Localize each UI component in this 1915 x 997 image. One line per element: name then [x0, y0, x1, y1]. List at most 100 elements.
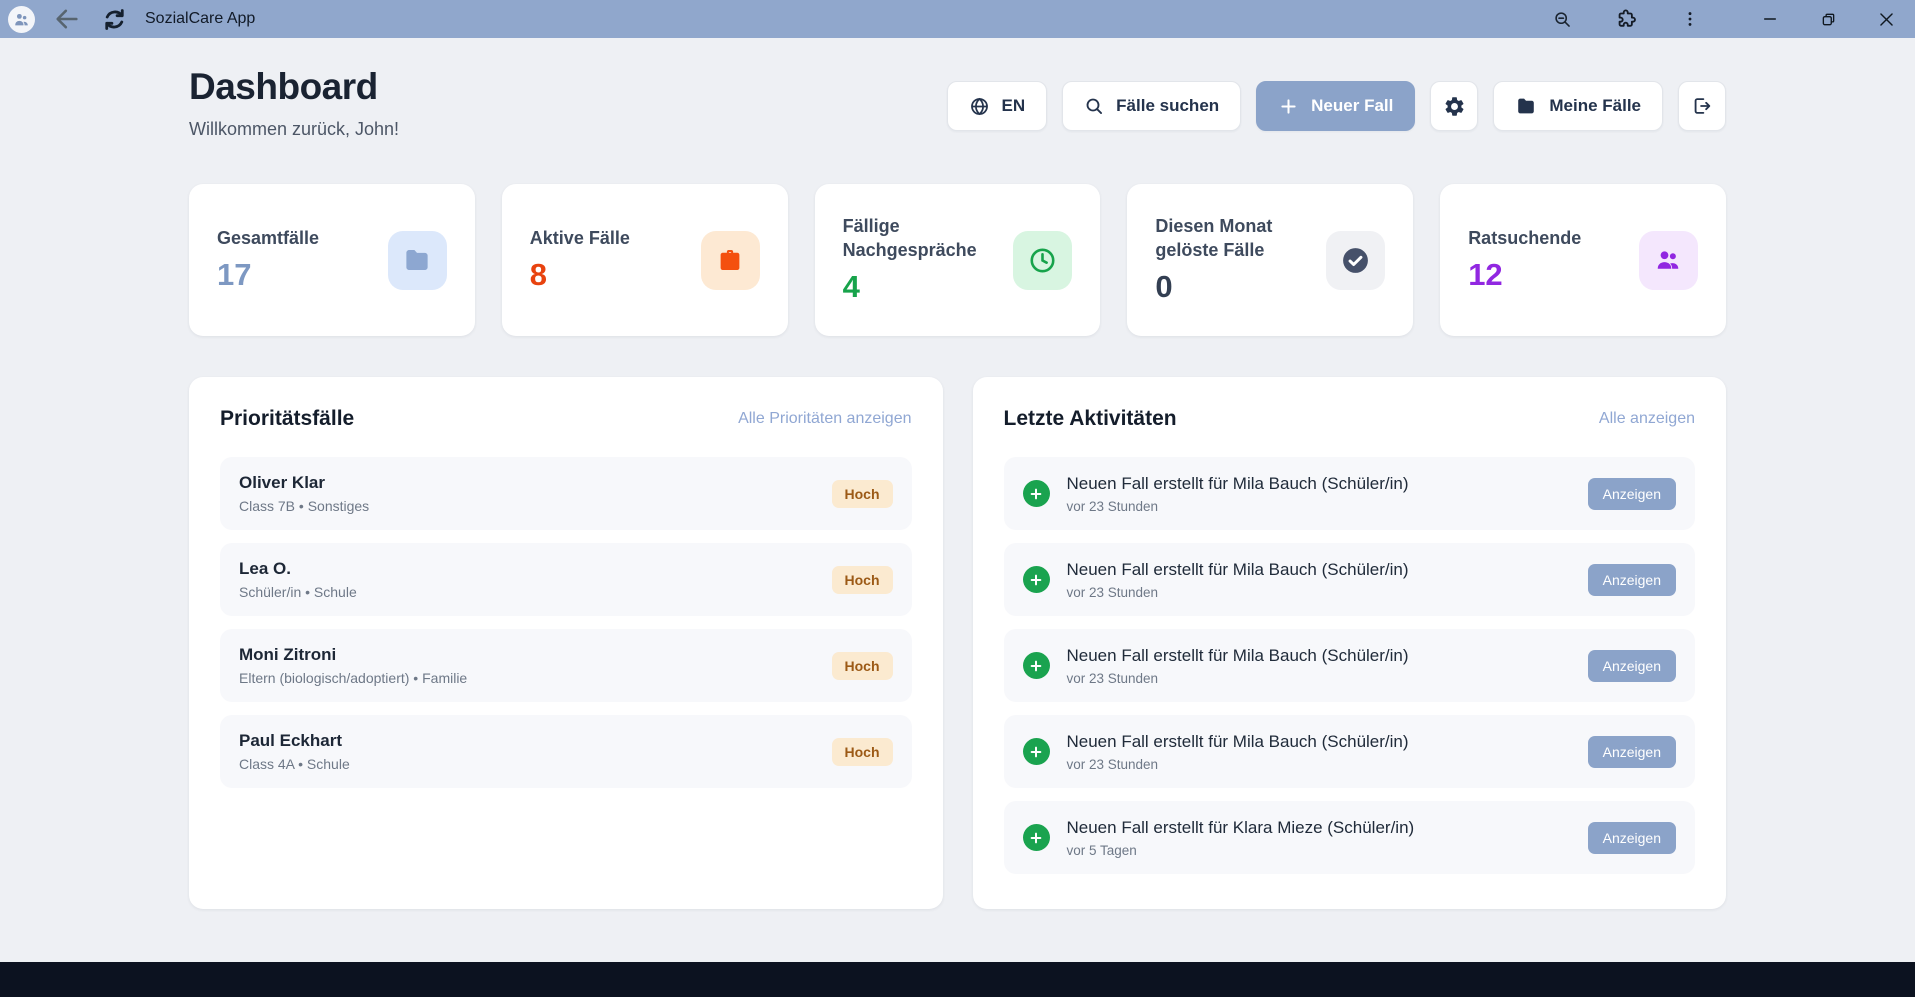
header-actions: EN Fälle suchen Neuer Fall	[947, 81, 1726, 131]
stat-card: Aktive Fälle 8	[502, 184, 788, 336]
activity-text: Neuen Fall erstellt für Klara Mieze (Sch…	[1067, 818, 1588, 838]
clock-icon	[1027, 245, 1058, 276]
case-name: Lea O.	[239, 559, 832, 579]
my-cases-label: Meine Fälle	[1549, 96, 1641, 116]
activity-list: Neuen Fall erstellt für Mila Bauch (Schü…	[1004, 457, 1696, 874]
language-button[interactable]: EN	[947, 81, 1048, 131]
plus-icon	[1278, 96, 1299, 117]
priority-badge: Hoch	[832, 652, 893, 680]
recent-activities-panel: Letzte Aktivitäten Alle anzeigen Neuen F…	[973, 377, 1727, 909]
activity-text: Neuen Fall erstellt für Mila Bauch (Schü…	[1067, 732, 1588, 752]
language-label: EN	[1002, 96, 1026, 116]
stat-icon-box	[388, 231, 447, 290]
logout-icon	[1691, 95, 1713, 117]
stat-card: Gesamtfälle 17	[189, 184, 475, 336]
stat-icon-box	[1639, 231, 1698, 290]
priority-case-row[interactable]: Oliver Klar Class 7B • Sonstiges Hoch	[220, 457, 912, 530]
activity-row[interactable]: Neuen Fall erstellt für Mila Bauch (Schü…	[1004, 457, 1696, 530]
search-icon	[1084, 96, 1104, 116]
settings-button[interactable]	[1430, 81, 1478, 131]
stat-icon-box	[1013, 231, 1072, 290]
app-logo-icon	[8, 6, 35, 33]
priority-case-list: Oliver Klar Class 7B • Sonstiges Hoch Le…	[220, 457, 912, 788]
stat-label: Ratsuchende	[1468, 227, 1581, 251]
restore-button[interactable]	[1799, 0, 1857, 38]
activities-panel-title: Letzte Aktivitäten	[1004, 407, 1177, 431]
anzeigen-button[interactable]: Anzeigen	[1588, 564, 1676, 596]
plus-circle-icon	[1023, 738, 1050, 765]
globe-icon	[969, 96, 990, 117]
menu-kebab-icon[interactable]	[1679, 8, 1701, 30]
activity-time: vor 23 Stunden	[1067, 671, 1588, 686]
anzeigen-button[interactable]: Anzeigen	[1588, 650, 1676, 682]
activity-row[interactable]: Neuen Fall erstellt für Mila Bauch (Schü…	[1004, 715, 1696, 788]
refresh-icon[interactable]	[99, 4, 129, 34]
priority-badge: Hoch	[832, 738, 893, 766]
case-name: Moni Zitroni	[239, 645, 832, 665]
priority-case-row[interactable]: Lea O. Schüler/in • Schule Hoch	[220, 543, 912, 616]
stat-value: 17	[217, 257, 319, 293]
stat-icon-box	[701, 231, 760, 290]
priority-badge: Hoch	[832, 480, 893, 508]
show-all-activities-link[interactable]: Alle anzeigen	[1599, 410, 1695, 428]
activity-time: vor 23 Stunden	[1067, 757, 1588, 772]
briefcase-icon	[715, 245, 745, 275]
stat-label: Diesen Monat gelöste Fälle	[1155, 215, 1323, 263]
activity-text: Neuen Fall erstellt für Mila Bauch (Schü…	[1067, 474, 1588, 494]
minimize-button[interactable]	[1741, 0, 1799, 38]
anzeigen-button[interactable]: Anzeigen	[1588, 736, 1676, 768]
page-title: Dashboard	[189, 66, 399, 108]
search-cases-button[interactable]: Fälle suchen	[1062, 81, 1241, 131]
app-title: SozialCare App	[145, 10, 255, 28]
stat-label: Aktive Fälle	[530, 227, 630, 251]
back-arrow-icon[interactable]	[52, 4, 82, 34]
new-case-button[interactable]: Neuer Fall	[1256, 81, 1415, 131]
activity-text: Neuen Fall erstellt für Mila Bauch (Schü…	[1067, 560, 1588, 580]
search-cases-label: Fälle suchen	[1116, 96, 1219, 116]
people-icon	[1653, 245, 1683, 275]
activity-time: vor 23 Stunden	[1067, 585, 1588, 600]
case-meta: Class 7B • Sonstiges	[239, 498, 832, 514]
case-meta: Schüler/in • Schule	[239, 584, 832, 600]
new-case-label: Neuer Fall	[1311, 96, 1393, 116]
priority-case-row[interactable]: Moni Zitroni Eltern (biologisch/adoptier…	[220, 629, 912, 702]
activity-row[interactable]: Neuen Fall erstellt für Klara Mieze (Sch…	[1004, 801, 1696, 874]
show-all-priorities-link[interactable]: Alle Prioritäten anzeigen	[738, 410, 911, 428]
stat-label: Fällige Nachgespräche	[843, 215, 1011, 263]
titlebar: SozialCare App	[0, 0, 1915, 38]
priority-panel-title: Prioritätsfälle	[220, 407, 354, 431]
stat-card: Ratsuchende 12	[1440, 184, 1726, 336]
activity-text: Neuen Fall erstellt für Mila Bauch (Schü…	[1067, 646, 1588, 666]
activity-row[interactable]: Neuen Fall erstellt für Mila Bauch (Schü…	[1004, 629, 1696, 702]
anzeigen-button[interactable]: Anzeigen	[1588, 822, 1676, 854]
case-meta: Class 4A • Schule	[239, 756, 832, 772]
plus-circle-icon	[1023, 652, 1050, 679]
gear-icon	[1443, 95, 1466, 118]
plus-circle-icon	[1023, 566, 1050, 593]
bottom-dark-strip	[0, 962, 1915, 997]
logout-button[interactable]	[1678, 81, 1726, 131]
priority-cases-panel: Prioritätsfälle Alle Prioritäten anzeige…	[189, 377, 943, 909]
extensions-icon[interactable]	[1615, 8, 1637, 30]
priority-badge: Hoch	[832, 566, 893, 594]
stat-value: 12	[1468, 257, 1581, 293]
stat-value: 8	[530, 257, 630, 293]
close-button[interactable]	[1857, 0, 1915, 38]
check-circle-icon	[1340, 245, 1371, 276]
priority-case-row[interactable]: Paul Eckhart Class 4A • Schule Hoch	[220, 715, 912, 788]
stat-card: Diesen Monat gelöste Fälle 0	[1127, 184, 1413, 336]
plus-circle-icon	[1023, 480, 1050, 507]
zoom-out-icon[interactable]	[1551, 8, 1573, 30]
activity-time: vor 23 Stunden	[1067, 499, 1588, 514]
folder-icon	[1515, 95, 1537, 117]
activity-time: vor 5 Tagen	[1067, 843, 1588, 858]
plus-circle-icon	[1023, 824, 1050, 851]
activity-row[interactable]: Neuen Fall erstellt für Mila Bauch (Schü…	[1004, 543, 1696, 616]
stat-label: Gesamtfälle	[217, 227, 319, 251]
anzeigen-button[interactable]: Anzeigen	[1588, 478, 1676, 510]
stat-card: Fällige Nachgespräche 4	[815, 184, 1101, 336]
my-cases-button[interactable]: Meine Fälle	[1493, 81, 1663, 131]
dashboard-main: Dashboard Willkommen zurück, John! EN	[0, 38, 1915, 909]
welcome-subtitle: Willkommen zurück, John!	[189, 119, 399, 140]
case-meta: Eltern (biologisch/adoptiert) • Familie	[239, 670, 832, 686]
